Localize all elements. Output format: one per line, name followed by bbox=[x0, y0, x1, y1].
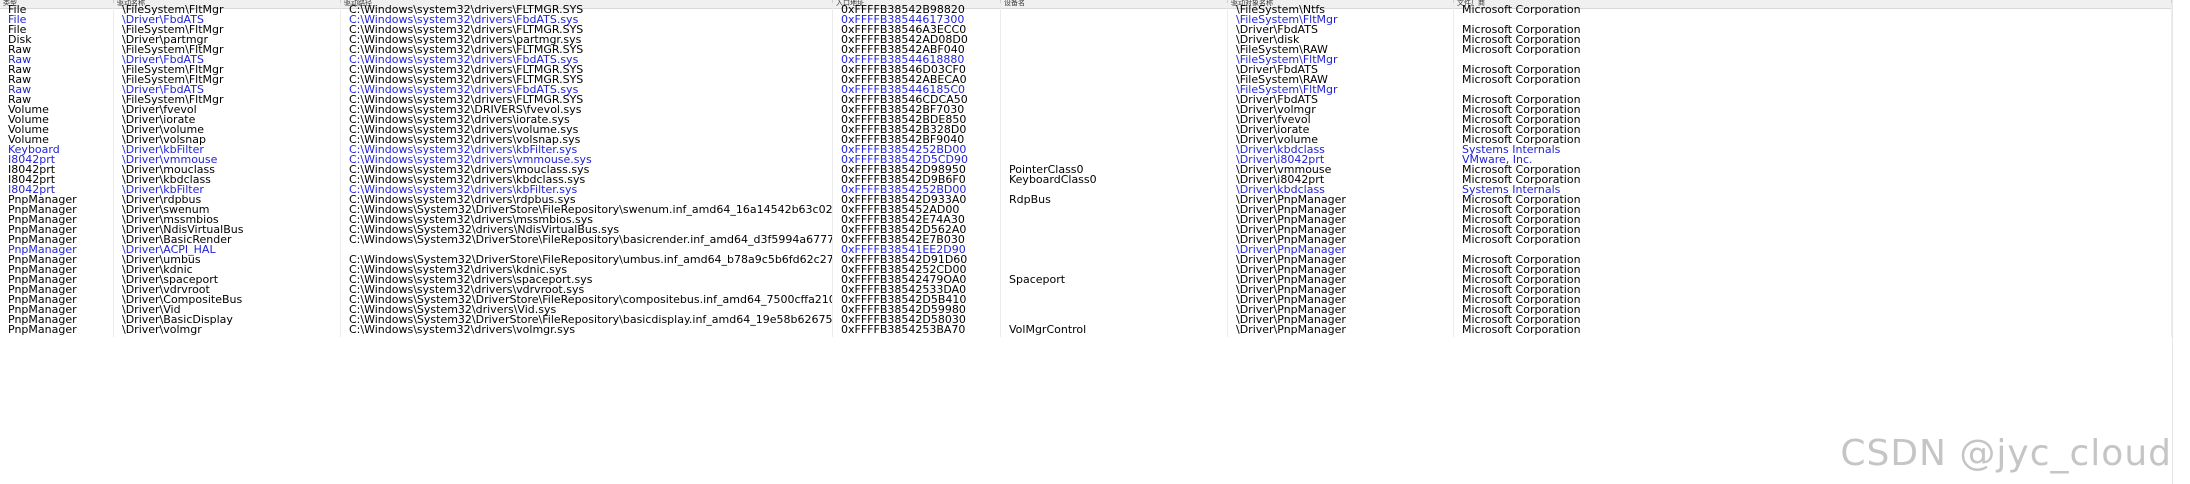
table-cell: Microsoft Corporation bbox=[1454, 323, 2172, 337]
table-cell: VolMgrControl bbox=[1001, 323, 1228, 337]
table-cell: \Driver\volmgr bbox=[114, 323, 341, 337]
table-cell: 0xFFFFB3854253BA70 bbox=[833, 323, 1001, 337]
table-cell: \Driver\PnpManager bbox=[1228, 323, 1454, 337]
watermark: CSDN @jyc_cloud bbox=[1840, 433, 2172, 474]
table-right-margin bbox=[2172, 0, 2190, 484]
driver-list-table: 类型 驱动名称 驱动路径 入口地址 设备名 驱动对象名称 文件厂商 File \FileSys… bbox=[0, 0, 2190, 484]
table-cell: PnpManager bbox=[0, 323, 114, 337]
table-cell: C:\Windows\system32\drivers\volmgr.sys bbox=[341, 323, 833, 337]
table-row[interactable]: PnpManager \Driver\volmgr C:\Windows\syste… bbox=[0, 323, 2190, 337]
